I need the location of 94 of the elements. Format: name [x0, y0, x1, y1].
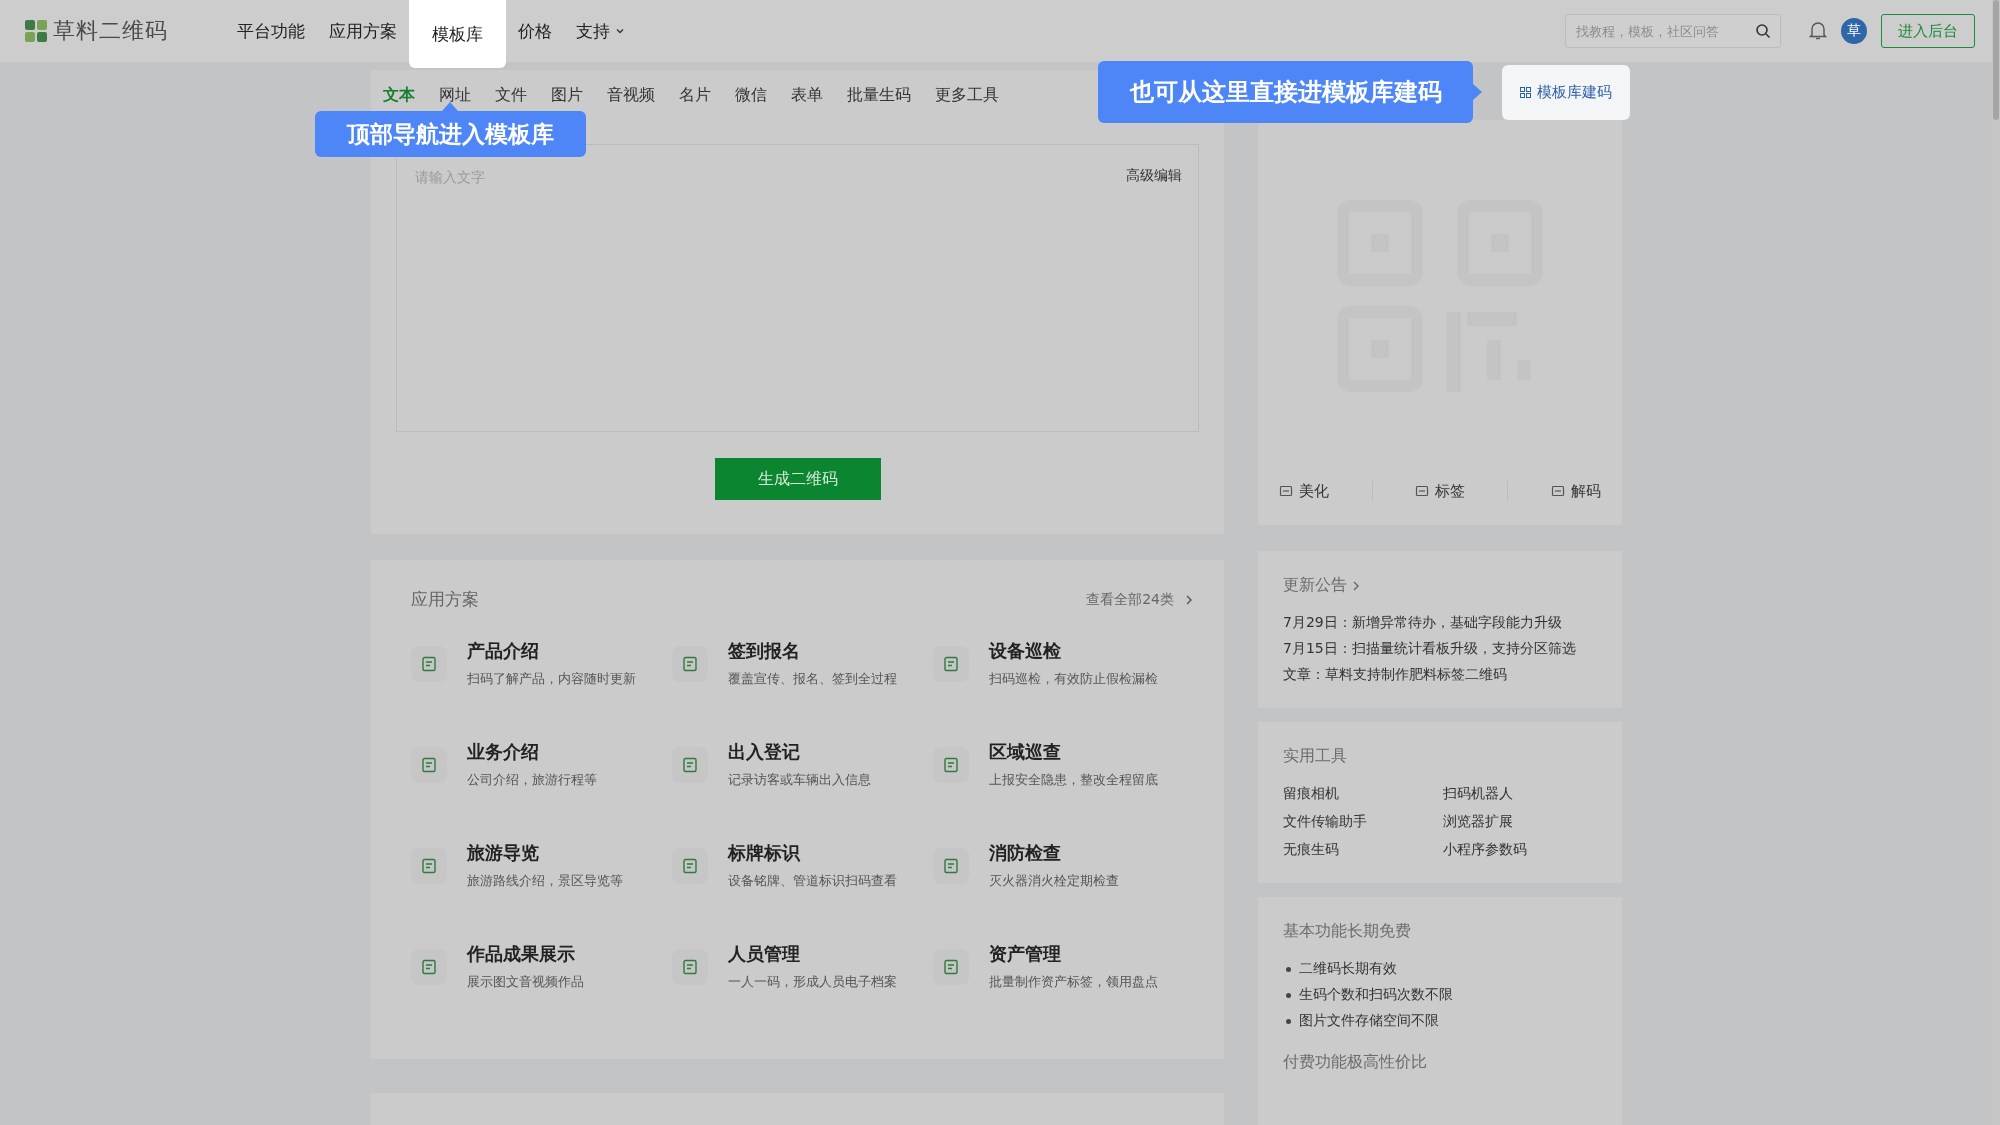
panel-icon [1279, 484, 1294, 498]
generator-tab[interactable]: 文件 [495, 84, 527, 106]
solution-description: 灭火器消火栓定期检查 [989, 873, 1119, 890]
chevron-right-icon [1184, 593, 1194, 606]
section-title: 应用方案 [411, 588, 479, 611]
solution-description: 设备铭牌、管道标识扫码查看 [728, 873, 897, 890]
generator-tab[interactable]: 音视频 [607, 84, 655, 106]
solution-description: 记录访客或车辆出入信息 [728, 772, 871, 789]
nav-link[interactable]: 平台功能 [225, 0, 317, 62]
tool-link[interactable]: 扫码机器人 [1443, 785, 1597, 803]
nav-link[interactable]: 应用方案 [317, 0, 409, 62]
callout-tooltip: 顶部导航进入模板库 [315, 111, 586, 157]
solution-title[interactable]: 人员管理 [728, 942, 897, 966]
solution-title[interactable]: 签到报名 [728, 639, 897, 663]
solution-description: 扫码了解产品，内容随时更新 [467, 671, 636, 688]
panel-icon [1550, 484, 1565, 498]
view-all-link[interactable]: 查看全部24类 [1086, 590, 1194, 609]
tool-link[interactable]: 留痕相机 [1283, 785, 1443, 803]
solution-title[interactable]: 设备巡检 [989, 639, 1158, 663]
free-title: 基本功能长期免费 [1283, 921, 1412, 942]
feature-text: 二维码长期有效 [1299, 960, 1397, 978]
document-icon [933, 847, 969, 884]
document-icon [411, 948, 447, 985]
search-field[interactable]: 找教程，模板，社区问答 [1565, 14, 1781, 48]
nav-link[interactable]: 模板库 [409, 0, 506, 68]
caret-icon [615, 26, 625, 36]
tool-link[interactable]: 文件传输助手 [1283, 813, 1443, 831]
generator-tab[interactable]: 表单 [791, 84, 823, 106]
user-avatar[interactable]: 草 [1841, 18, 1867, 44]
announcement-link[interactable]: 7月15日：扫描量统计看板升级，支持分区筛选 [1283, 640, 1597, 658]
document-icon [933, 948, 969, 985]
solution-description: 旅游路线介绍，景区导览等 [467, 873, 623, 890]
generator-tab[interactable]: 更多工具 [935, 84, 999, 106]
tool-link[interactable]: 小程序参数码 [1443, 841, 1597, 859]
solution-title[interactable]: 产品介绍 [467, 639, 636, 663]
bullet-dot [1286, 1018, 1291, 1024]
generator-tab[interactable]: 批量生码 [847, 84, 911, 106]
solution-description: 覆盖宣传、报名、签到全过程 [728, 671, 897, 688]
solution-description: 展示图文音视频作品 [467, 974, 584, 991]
solution-title[interactable]: 区域巡查 [989, 740, 1158, 764]
generator-tab[interactable]: 名片 [679, 84, 711, 106]
preview-action[interactable]: 解码 [1550, 481, 1601, 501]
generate-button[interactable]: 生成二维码 [714, 458, 881, 500]
document-icon [411, 645, 447, 682]
chevron-right-icon [1351, 579, 1361, 592]
document-icon [672, 948, 708, 985]
callout-pointer [1473, 84, 1482, 100]
bullet-dot [1286, 992, 1291, 998]
search-icon [1755, 23, 1771, 39]
feature-text: 图片文件存储空间不限 [1299, 1012, 1439, 1030]
logo-icon [25, 20, 47, 42]
bell-icon[interactable] [1809, 21, 1827, 41]
paid-title: 付费功能极高性价比 [1283, 1052, 1428, 1073]
solution-description: 扫码巡检，有效防止假检漏检 [989, 671, 1158, 688]
solution-title[interactable]: 资产管理 [989, 942, 1158, 966]
callout-tooltip: 也可从这里直接进模板库建码 [1098, 61, 1473, 123]
solution-title[interactable]: 业务介绍 [467, 740, 597, 764]
announcement-link[interactable]: 文章：草料支持制作肥料标签二维码 [1283, 666, 1597, 684]
tool-link[interactable]: 无痕生码 [1283, 841, 1443, 859]
solution-description: 上报安全隐患，整改全程留底 [989, 772, 1158, 789]
document-icon [933, 746, 969, 783]
document-icon [411, 746, 447, 783]
solution-description: 批量制作资产标签，领用盘点 [989, 974, 1158, 991]
generator-tab[interactable]: 网址 [439, 84, 471, 106]
feature-text: 生码个数和扫码次数不限 [1299, 986, 1453, 1004]
solution-description: 公司介绍，旅游行程等 [467, 772, 597, 789]
document-icon [411, 847, 447, 884]
document-icon [933, 645, 969, 682]
solution-title[interactable]: 消防检查 [989, 841, 1119, 865]
nav-link[interactable]: 支持 [564, 0, 637, 62]
nav-link[interactable]: 价格 [506, 0, 564, 62]
scrollbar-thumb[interactable] [1993, 0, 1999, 120]
generator-tab[interactable]: 微信 [735, 84, 767, 106]
generator-tab[interactable]: 图片 [551, 84, 583, 106]
announcement-link[interactable]: 7月29日：新增异常待办，基础字段能力升级 [1283, 614, 1597, 632]
solution-title[interactable]: 旅游导览 [467, 841, 623, 865]
solution-title[interactable]: 作品成果展示 [467, 942, 584, 966]
grid-icon [1520, 87, 1531, 98]
document-icon [672, 746, 708, 783]
preview-action[interactable]: 标签 [1414, 481, 1465, 501]
solution-description: 一人一码，形成人员电子档案 [728, 974, 897, 991]
tools-title: 实用工具 [1283, 746, 1348, 767]
preview-action[interactable]: 美化 [1279, 481, 1330, 501]
document-icon [672, 645, 708, 682]
solution-title[interactable]: 出入登记 [728, 740, 871, 764]
callout-pointer [442, 102, 458, 111]
template-button[interactable]: 模板库建码 [1502, 65, 1630, 120]
panel-icon [1414, 484, 1429, 498]
tool-link[interactable]: 浏览器扩展 [1443, 813, 1597, 831]
solution-title[interactable]: 标牌标识 [728, 841, 897, 865]
bullet-dot [1286, 966, 1291, 972]
advanced-edit-link[interactable]: 高级编辑 [1126, 167, 1182, 417]
logo-text: 草料二维码 [53, 17, 168, 45]
document-icon [672, 847, 708, 884]
